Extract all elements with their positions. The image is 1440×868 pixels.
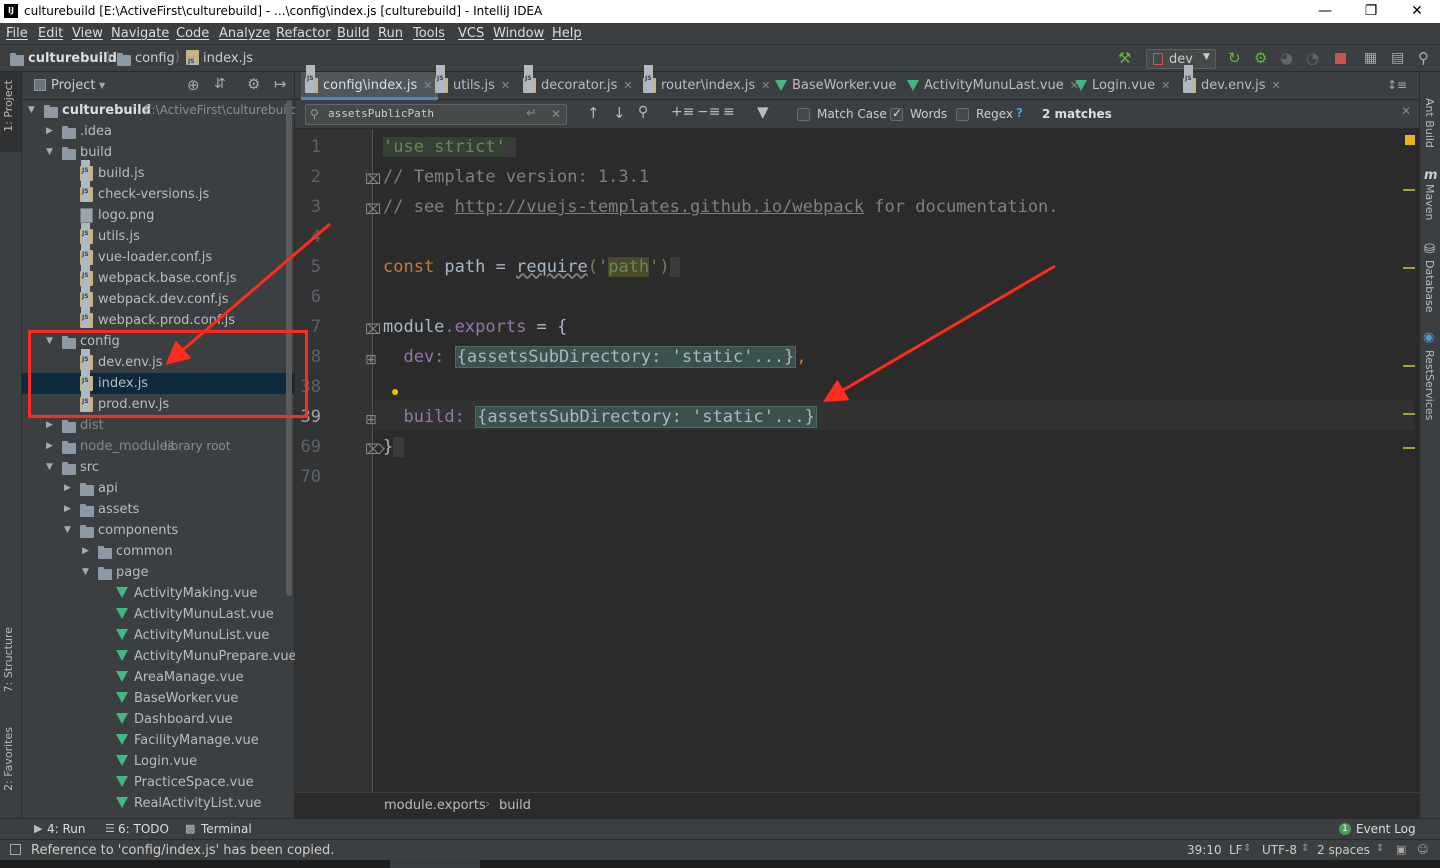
annotation-arrow-right bbox=[822, 264, 1056, 403]
annotation-arrows bbox=[165, 222, 1056, 403]
annotation-arrow-left bbox=[165, 222, 331, 365]
